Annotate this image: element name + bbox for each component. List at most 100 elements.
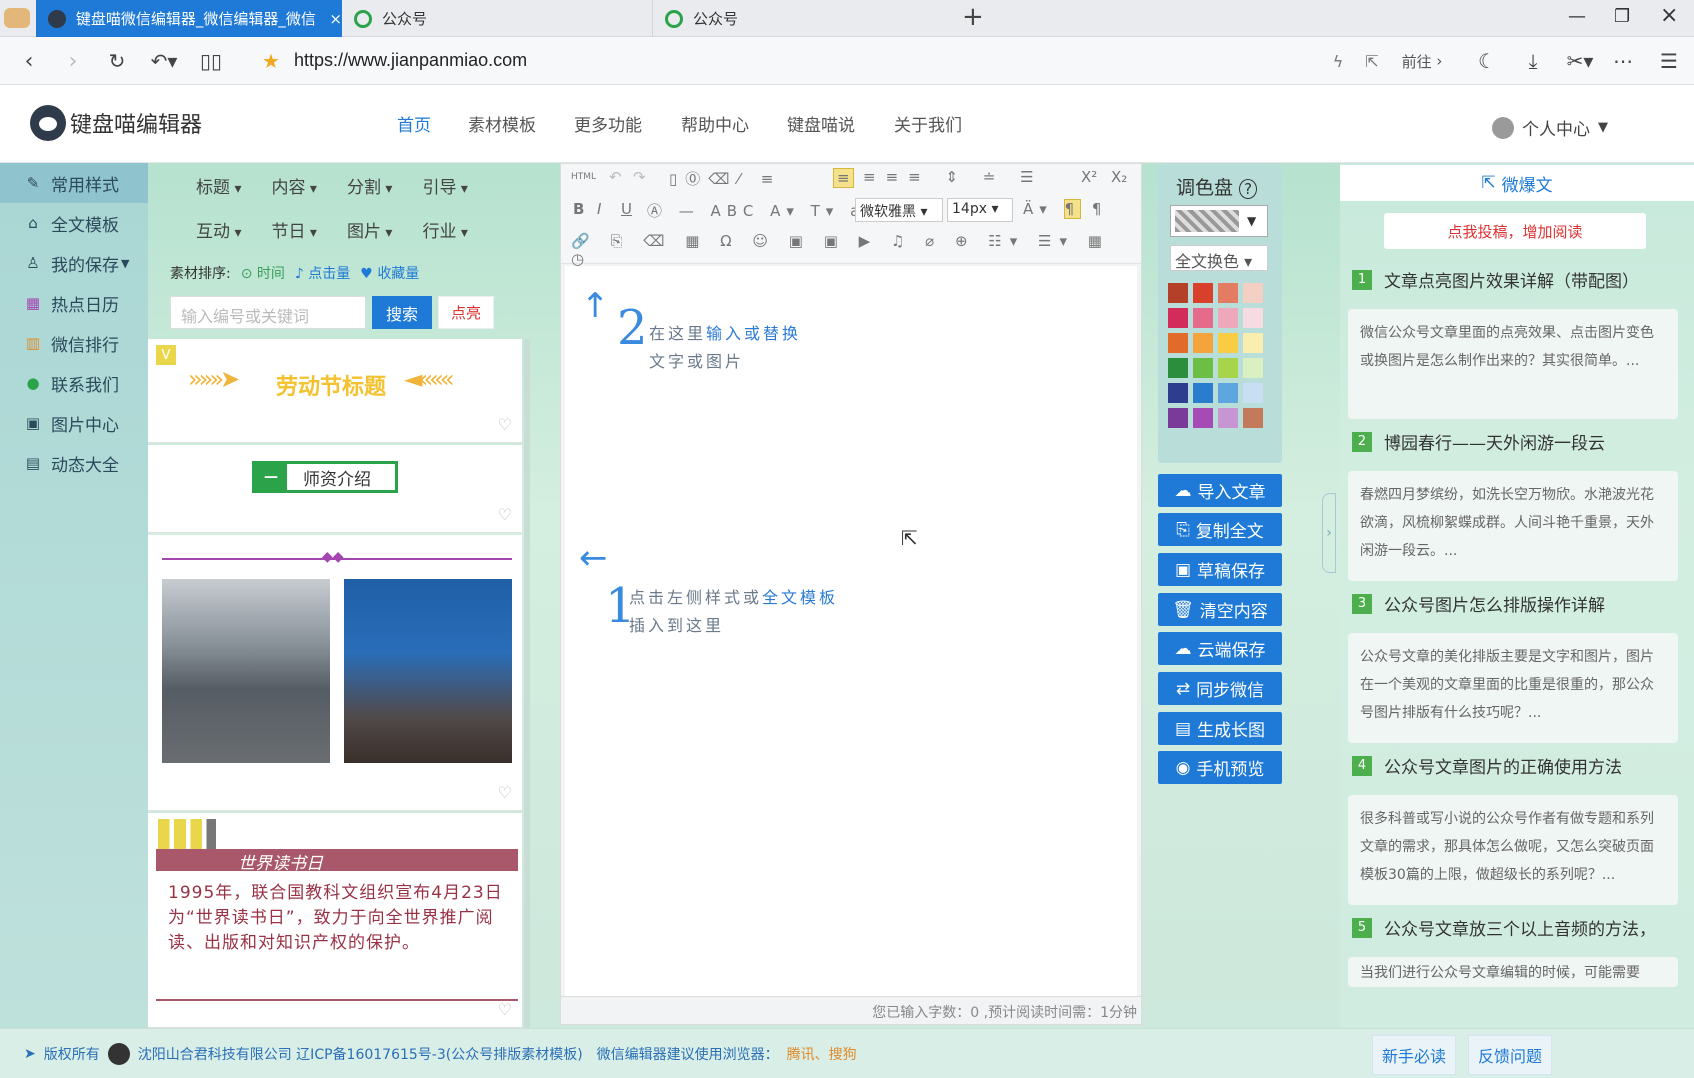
url-field[interactable]: https://www.jianpanmiao.com — [294, 50, 527, 71]
weibaowen-tab[interactable]: ⇱ 微爆文 — [1340, 165, 1694, 201]
color-swatch[interactable] — [1218, 333, 1238, 353]
close-tab-icon[interactable]: × — [329, 10, 342, 28]
material-card-labor-day-title[interactable]: V »»»➤ 劳动节标题 ◄««« ♡ — [148, 339, 522, 443]
color-swatch[interactable] — [1168, 308, 1188, 328]
material-card-city-images[interactable]: ◆◆ ♡ — [148, 535, 522, 811]
color-swatch[interactable] — [1168, 383, 1188, 403]
bold-icon[interactable]: B — [573, 200, 584, 218]
sort-favorites[interactable]: ♥ 收藏量 — [360, 263, 419, 283]
sidebar-item-gif[interactable]: ▤ 动态大全 — [0, 443, 148, 483]
nav-blog[interactable]: 键盘喵说 — [787, 111, 855, 136]
color-swatch[interactable] — [1218, 383, 1238, 403]
color-swatch[interactable] — [1168, 358, 1188, 378]
toolbar-icons-row1[interactable]: ▯⓪⌫⁄ ≡ — [669, 168, 781, 189]
article-excerpt-3[interactable]: 公众号文章的美化排版主要是文字和图片，图片在一个美观的文章里面的比重是很重的，那… — [1348, 633, 1678, 743]
toolbar-icons-row3[interactable]: 🔗 ⎘ ⌫ ▦ Ω ☺ ▣ ▣ ▶ ♫ ⌀ ⊕ ☷▾ ☰▾ ▦ ◷ — [571, 232, 1141, 268]
category-image[interactable]: 图片 — [347, 217, 392, 242]
menu-icon[interactable]: ☰ — [1654, 37, 1684, 85]
category-divider[interactable]: 分割 — [347, 173, 392, 198]
reload-icon[interactable]: ↻ — [102, 37, 132, 85]
import-article-button[interactable]: ☁ 导入文章 — [1158, 474, 1282, 507]
scissors-icon[interactable]: ✂▾ — [1560, 37, 1600, 85]
mobile-preview-button[interactable]: ◉ 手机预览 — [1158, 751, 1282, 784]
color-swatch[interactable] — [1243, 333, 1263, 353]
editor-content-area[interactable]: ↑ 2 在这里输入或替换 文字或图片 ← 1 点击左侧样式或全文模板 插入到这里… — [565, 266, 1137, 996]
article-item-4[interactable]: 4 公众号文章图片的正确使用方法 — [1352, 753, 1622, 778]
color-swatch[interactable] — [1193, 283, 1213, 303]
browser-tab-2[interactable]: 公众号 — [342, 0, 652, 37]
html-button[interactable]: HTML — [571, 172, 596, 182]
sync-wechat-button[interactable]: ⇄ 同步微信 — [1158, 672, 1282, 705]
color-swatch[interactable] — [1243, 358, 1263, 378]
color-swatch[interactable] — [1193, 358, 1213, 378]
category-title[interactable]: 标题 — [196, 173, 241, 198]
color-swatch[interactable] — [1193, 383, 1213, 403]
collapse-handle[interactable]: › — [1322, 493, 1336, 573]
clear-content-button[interactable]: 🗑 清空内容 — [1158, 593, 1282, 626]
category-guide[interactable]: 引导 — [422, 173, 467, 198]
undo-icon[interactable]: ↶ — [609, 168, 622, 186]
favorite-star-icon[interactable]: ★ — [256, 37, 286, 85]
search-button[interactable]: 搜索 — [372, 296, 432, 329]
minimize-icon[interactable]: — — [1568, 6, 1586, 27]
save-draft-button[interactable]: ▣ 草稿保存 — [1158, 553, 1282, 586]
color-swatch[interactable] — [1218, 308, 1238, 328]
reading-mode-icon[interactable]: ▯▯ — [196, 37, 226, 85]
font-family-select[interactable]: 微软雅黑 ▾ — [855, 198, 943, 222]
color-swatch[interactable] — [1218, 358, 1238, 378]
sidebar-item-image-center[interactable]: ▣ 图片中心 — [0, 403, 148, 443]
close-window-icon[interactable]: × — [1660, 3, 1678, 28]
feedback-button[interactable]: 反馈问题 — [1468, 1035, 1552, 1075]
article-excerpt-4[interactable]: 很多科普或写小说的公众号作者有做专题和系列文章的需求，那具体怎么做呢，又怎么突破… — [1348, 795, 1678, 905]
nav-more[interactable]: 更多功能 — [574, 111, 642, 136]
italic-icon[interactable]: I — [597, 200, 601, 218]
category-industry[interactable]: 行业 — [422, 217, 467, 242]
copy-all-button[interactable]: ⎘ 复制全文 — [1158, 513, 1282, 546]
sidebar-item-contact[interactable]: ● 联系我们 — [0, 363, 148, 403]
color-swatch[interactable] — [1168, 283, 1188, 303]
color-swatch[interactable] — [1243, 308, 1263, 328]
highlight-button[interactable]: 点亮 — [438, 296, 494, 329]
goto-button[interactable]: 前往 › — [1394, 37, 1450, 85]
favorite-heart-icon[interactable]: ♡ — [498, 505, 512, 524]
recommended-browsers[interactable]: 腾讯、搜狗 — [787, 1044, 857, 1064]
materials-scrollbar[interactable] — [524, 339, 530, 1028]
color-swatch[interactable] — [1243, 408, 1263, 428]
new-tab-icon[interactable]: + — [962, 2, 984, 32]
article-item-1[interactable]: 1 文章点亮图片效果详解（带配图） — [1352, 267, 1639, 292]
nav-help[interactable]: 帮助中心 — [681, 111, 749, 136]
material-card-book-day[interactable]: 世界读书日 1995年，联合国教科文组织宣布4月23日为“世界读书日”，致力于向… — [148, 813, 522, 1028]
sidebar-item-wechat-rank[interactable]: ▥ 微信排行 — [0, 323, 148, 363]
subscript-icon[interactable]: X₂ — [1111, 168, 1127, 186]
color-swatch[interactable] — [1243, 383, 1263, 403]
favorite-heart-icon[interactable]: ♡ — [498, 783, 512, 802]
color-swatch[interactable] — [1218, 283, 1238, 303]
night-mode-icon[interactable]: ☾ — [1472, 37, 1502, 85]
sidebar-item-my-saves[interactable]: ♙ 我的保存 ▼ — [0, 243, 148, 283]
material-card-faculty[interactable]: — 师资介绍 ♡ — [148, 445, 522, 533]
superscript-icon[interactable]: X² — [1081, 168, 1097, 186]
font-size-select[interactable]: 14px ▾ — [947, 198, 1013, 222]
help-icon[interactable]: ? — [1239, 179, 1258, 199]
search-input[interactable]: 输入编号或关键词 — [170, 296, 366, 329]
sidebar-item-full-templates[interactable]: ⌂ 全文模板 — [0, 203, 148, 243]
article-excerpt-2[interactable]: 春燃四月梦缤纷，如洗长空万物欣。水滟波光花欲滴，风梳柳絮蝶成群。人间斗艳千重景，… — [1348, 471, 1678, 581]
undo-close-icon[interactable]: ↶▾ — [144, 37, 184, 85]
company-info[interactable]: 沈阳山合君科技有限公司 辽ICP备16017615号-3(公众号排版素材模板) — [138, 1044, 583, 1064]
article-excerpt-5[interactable]: 当我们进行公众号文章编辑的时候，可能需要 — [1348, 957, 1678, 987]
restore-icon[interactable]: ❐ — [1614, 6, 1630, 27]
text-direction-icons[interactable]: Ä▾ ¶ ¶ — [1023, 199, 1107, 219]
color-swatch[interactable] — [1193, 408, 1213, 428]
newbie-guide-button[interactable]: 新手必读 — [1372, 1035, 1456, 1075]
article-excerpt-1[interactable]: 微信公众号文章里面的点亮效果、点击图片变色或换图片是怎么制作出来的？其实很简单。… — [1348, 309, 1678, 419]
color-swatch[interactable] — [1218, 408, 1238, 428]
browser-tab-active[interactable]: 键盘喵微信编辑器_微信编辑器_微信 × — [36, 0, 342, 37]
align-icons[interactable]: ≡≡≡ ⇕ ≐ ☰ — [863, 168, 1044, 186]
lightning-icon[interactable]: ϟ — [1326, 37, 1350, 85]
browser-menu-icon[interactable] — [4, 8, 30, 28]
color-swatch[interactable] — [1193, 308, 1213, 328]
category-holiday[interactable]: 节日 — [271, 217, 316, 242]
submit-promo-button[interactable]: 点我投稿，增加阅读 — [1384, 213, 1646, 249]
article-item-5[interactable]: 5 公众号文章放三个以上音频的方法， — [1352, 915, 1656, 940]
sort-time[interactable]: ⊙ 时间 — [241, 263, 285, 283]
